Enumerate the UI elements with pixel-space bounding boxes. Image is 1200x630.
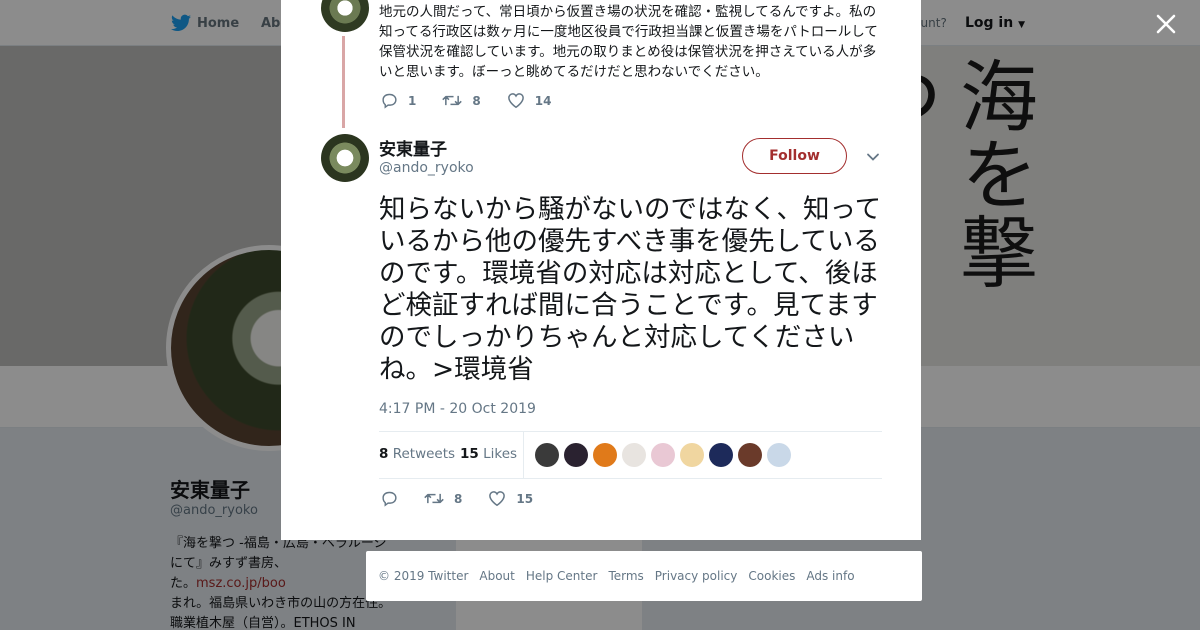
footer-copyright: © 2019 Twitter — [378, 569, 469, 583]
reply-count: 1 — [408, 93, 417, 108]
previous-tweet-actions: 1 8 14 — [381, 92, 551, 109]
previous-tweet-text: 地元の人間だって、常日頃から仮置き場の状況を確認・監視してるんですよ。私の知って… — [379, 4, 878, 80]
tweet-stats: 8 Retweets 15 Likes — [379, 431, 882, 479]
liker-avatar[interactable] — [564, 443, 588, 467]
tweet-author-handle[interactable]: @ando_ryoko — [379, 160, 474, 176]
retweet-count: 8 — [454, 491, 463, 506]
liker-avatar[interactable] — [680, 443, 704, 467]
liker-avatar[interactable] — [767, 443, 791, 467]
tweet-actions: 8 15 — [381, 490, 533, 507]
liker-avatar[interactable] — [651, 443, 675, 467]
retweet-button[interactable]: 8 — [424, 490, 462, 507]
retweets-stat-count: 8 — [379, 446, 389, 462]
likes-stat-label: Likes — [483, 446, 518, 462]
reply-button[interactable]: 1 — [381, 92, 416, 109]
retweet-icon — [424, 493, 444, 504]
footer-link-privacy[interactable]: Privacy policy — [655, 569, 738, 583]
likes-stat-count: 15 — [460, 446, 479, 462]
liker-avatar[interactable] — [622, 443, 646, 467]
thread-connector — [342, 36, 345, 128]
retweet-icon — [442, 95, 463, 106]
tweet-timestamp[interactable]: 4:17 PM - 20 Oct 2019 — [379, 401, 536, 417]
heart-icon — [507, 93, 524, 109]
reply-icon — [382, 491, 397, 507]
like-button[interactable]: 15 — [488, 490, 533, 507]
stats-divider — [523, 432, 524, 478]
liker-avatar[interactable] — [709, 443, 733, 467]
retweets-stat-label: Retweets — [392, 446, 456, 462]
chevron-down-icon[interactable] — [865, 149, 881, 165]
heart-icon — [489, 491, 506, 507]
footer-link-help-center[interactable]: Help Center — [526, 569, 598, 583]
likers-avatars — [535, 443, 791, 467]
modal-footer: © 2019 Twitter About Help Center Terms P… — [366, 551, 922, 601]
retweet-button[interactable]: 8 — [442, 92, 481, 109]
footer-link-terms[interactable]: Terms — [608, 569, 643, 583]
tweet-author-name[interactable]: 安東量子 — [379, 135, 447, 160]
reply-button[interactable] — [381, 490, 398, 507]
retweets-stat[interactable]: 8 Retweets — [379, 446, 455, 462]
reply-icon — [382, 93, 397, 109]
footer-link-about[interactable]: About — [479, 569, 514, 583]
like-button[interactable]: 14 — [507, 92, 552, 109]
footer-link-ads-info[interactable]: Ads info — [806, 569, 854, 583]
follow-button[interactable]: Follow — [742, 138, 847, 174]
liker-avatar[interactable] — [738, 443, 762, 467]
tweet-author-avatar[interactable] — [321, 134, 369, 182]
retweet-count: 8 — [472, 93, 481, 108]
previous-tweet-avatar[interactable] — [321, 0, 369, 32]
liker-avatar[interactable] — [593, 443, 617, 467]
tweet-permalink-modal: 地元の人間だって、常日頃から仮置き場の状況を確認・監視してるんですよ。私の知って… — [281, 0, 921, 540]
liker-avatar[interactable] — [535, 443, 559, 467]
footer-link-cookies[interactable]: Cookies — [748, 569, 795, 583]
tweet-text: 知らないから騒がないのではなく、知っているから他の優先すべき事を優先しているので… — [379, 194, 882, 385]
close-icon[interactable] — [1154, 12, 1178, 36]
like-count: 14 — [534, 93, 552, 108]
like-count: 15 — [516, 491, 534, 506]
likes-stat[interactable]: 15 Likes — [460, 446, 517, 462]
